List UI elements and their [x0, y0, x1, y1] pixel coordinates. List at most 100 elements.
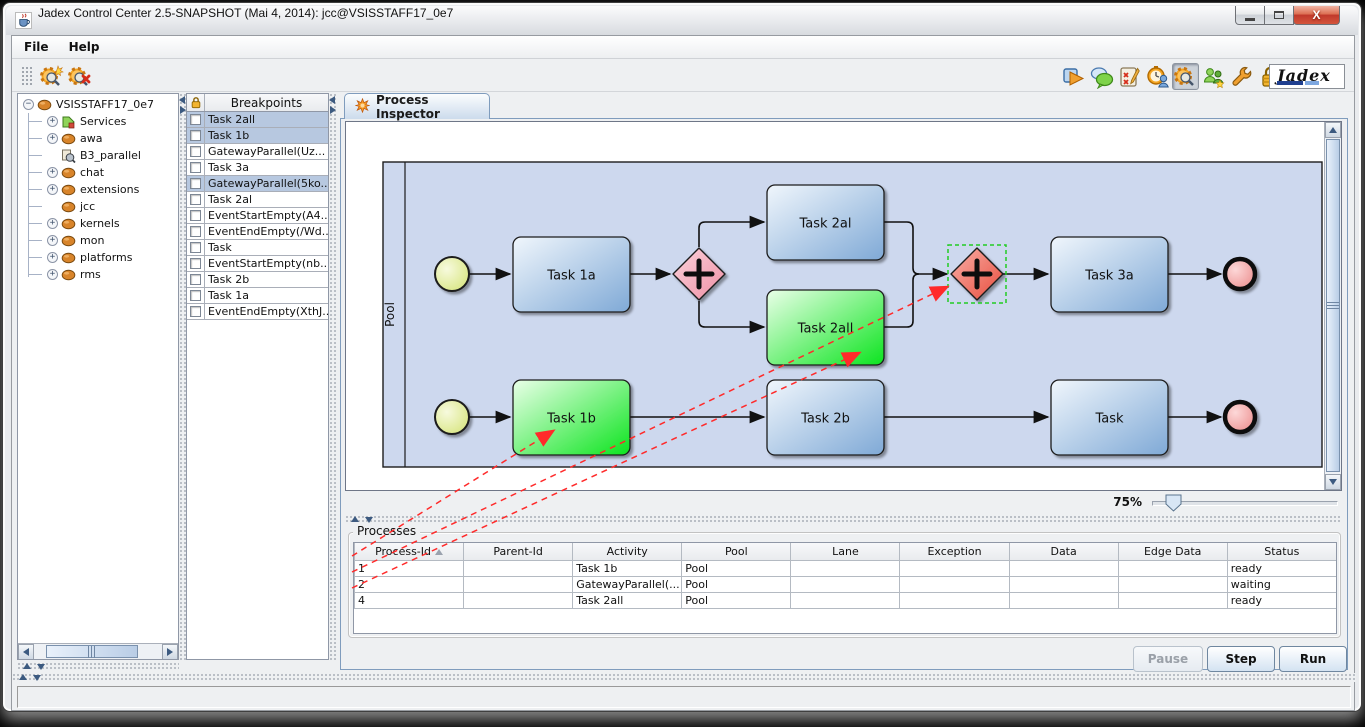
breakpoint-row[interactable]: EventEndEmpty(/Wd... [187, 224, 328, 240]
expand-up-icon[interactable] [23, 663, 31, 669]
tree-item-chat[interactable]: +chat [18, 164, 178, 181]
menu-file[interactable]: File [24, 40, 49, 54]
close-button[interactable]: X [1293, 6, 1340, 25]
scroll-left-button[interactable] [18, 644, 34, 660]
chat-bubbles-icon[interactable] [1088, 63, 1115, 90]
collapse-left-icon[interactable] [179, 96, 185, 104]
component-inspector-icon[interactable] [1172, 63, 1199, 90]
column-header-lane[interactable]: Lane [791, 543, 900, 560]
tree-horizontal-scrollbar[interactable] [18, 643, 178, 659]
breakpoint-row[interactable]: Task 2al [187, 192, 328, 208]
breakpoint-checkbox[interactable] [190, 130, 201, 141]
breakpoint-row[interactable]: EventStartEmpty(nb... [187, 256, 328, 272]
collapse-node-icon[interactable]: − [23, 99, 34, 110]
step-button[interactable]: Step [1207, 646, 1275, 672]
gear-magnifier-add-icon[interactable] [38, 63, 65, 90]
tree-item-rms[interactable]: +rms [18, 266, 178, 283]
collapse-down-icon[interactable] [365, 517, 373, 523]
expand-up-icon[interactable] [351, 516, 359, 522]
collapse-down-icon[interactable] [33, 675, 41, 681]
breakpoint-row[interactable]: Task 1a [187, 288, 328, 304]
breakpoint-checkbox[interactable] [190, 306, 201, 317]
expand-node-icon[interactable]: + [47, 269, 58, 280]
maximize-button[interactable] [1264, 6, 1294, 25]
breakpoint-checkbox[interactable] [190, 242, 201, 253]
split-divider-processes[interactable] [345, 515, 1342, 524]
menu-help[interactable]: Help [69, 40, 100, 54]
breakpoint-checkbox[interactable] [190, 290, 201, 301]
tree-item-platforms[interactable]: +platforms [18, 249, 178, 266]
collapse-down-icon[interactable] [37, 664, 45, 670]
process-row[interactable]: 4Task 2allPoolready [355, 592, 1337, 608]
tree-item-awa[interactable]: +awa [18, 130, 178, 147]
column-header-edge-data[interactable]: Edge Data [1118, 543, 1227, 560]
diagram-vertical-scrollbar[interactable] [1324, 122, 1341, 490]
tree-item-kernels[interactable]: +kernels [18, 215, 178, 232]
expand-right-icon[interactable] [330, 106, 336, 114]
expand-up-icon[interactable] [19, 674, 27, 680]
scroll-down-button[interactable] [1325, 474, 1341, 490]
column-header-status[interactable]: Status [1227, 543, 1336, 560]
split-divider-breakpoints[interactable] [329, 93, 336, 660]
breakpoint-row[interactable]: Task 2b [187, 272, 328, 288]
expand-node-icon[interactable]: + [47, 116, 58, 127]
tree-item-jcc[interactable]: jcc [18, 198, 178, 215]
tree-item-vsisstaff17_0e7[interactable]: −VSISSTAFF17_0e7 [18, 96, 178, 113]
title-bar[interactable]: Jadex Control Center 2.5-SNAPSHOT (Mai 4… [6, 6, 1358, 35]
breakpoint-row[interactable]: Task [187, 240, 328, 256]
expand-node-icon[interactable]: + [47, 133, 58, 144]
breakpoint-checkbox[interactable] [190, 178, 201, 189]
scroll-right-button[interactable] [162, 644, 178, 660]
breakpoint-row[interactable]: Task 1b [187, 128, 328, 144]
tree-item-mon[interactable]: +mon [18, 232, 178, 249]
minimize-button[interactable] [1235, 6, 1265, 25]
expand-node-icon[interactable]: + [47, 184, 58, 195]
toolbar-drag-handle[interactable] [21, 66, 33, 87]
breakpoint-checkbox[interactable] [190, 226, 201, 237]
tab-process-inspector[interactable]: Process Inspector [344, 93, 490, 119]
wrench-icon[interactable] [1228, 63, 1255, 90]
process-row[interactable]: 2GatewayParallel(...Poolwaiting [355, 576, 1337, 592]
tree-hscroll-thumb[interactable] [46, 645, 138, 658]
test-center-icon[interactable] [1116, 63, 1143, 90]
split-divider-tree[interactable] [179, 93, 186, 660]
bpmn-canvas[interactable]: Pool Task 1aTask 2alTask 2allTask 3aTask… [346, 122, 1326, 490]
breakpoint-checkbox[interactable] [190, 210, 201, 221]
starter-icon[interactable] [1060, 63, 1087, 90]
breakpoint-checkbox[interactable] [190, 194, 201, 205]
diagram-vscroll-thumb[interactable] [1326, 139, 1340, 472]
process-row[interactable]: 1Task 1bPoolready [355, 560, 1337, 576]
breakpoint-checkbox[interactable] [190, 274, 201, 285]
breakpoint-row[interactable]: GatewayParallel(5ko... [187, 176, 328, 192]
column-header-exception[interactable]: Exception [900, 543, 1009, 560]
expand-node-icon[interactable]: + [47, 167, 58, 178]
breakpoint-row[interactable]: EventStartEmpty(A4... [187, 208, 328, 224]
expand-node-icon[interactable]: + [47, 252, 58, 263]
tree-item-b3_parallel[interactable]: B3_parallel [18, 147, 178, 164]
breakpoint-checkbox[interactable] [190, 162, 201, 173]
column-header-process-id[interactable]: Process-Id [355, 543, 464, 560]
breakpoint-row[interactable]: Task 2all [187, 112, 328, 128]
breakpoint-checkbox[interactable] [190, 146, 201, 157]
breakpoint-checkbox[interactable] [190, 258, 201, 269]
breakpoint-row[interactable]: Task 3a [187, 160, 328, 176]
breakpoint-row[interactable]: GatewayParallel(Uz... [187, 144, 328, 160]
collapse-left-icon[interactable] [329, 96, 335, 104]
pause-button[interactable]: Pause [1133, 646, 1203, 672]
breakpoint-row[interactable]: EventEndEmpty(XthJ... [187, 304, 328, 320]
run-button[interactable]: Run [1279, 646, 1347, 672]
tree-item-extensions[interactable]: +extensions [18, 181, 178, 198]
gear-magnifier-remove-icon[interactable] [66, 63, 93, 90]
stopwatch-user-icon[interactable] [1144, 63, 1171, 90]
tree-item-services[interactable]: +Services [18, 113, 178, 130]
scroll-up-button[interactable] [1325, 122, 1341, 138]
column-header-activity[interactable]: Activity [573, 543, 682, 560]
column-header-pool[interactable]: Pool [682, 543, 791, 560]
column-header-parent-id[interactable]: Parent-Id [464, 543, 573, 560]
awareness-users-icon[interactable] [1200, 63, 1227, 90]
expand-node-icon[interactable]: + [47, 235, 58, 246]
split-divider-tree-bottom[interactable] [17, 662, 179, 671]
zoom-slider-thumb[interactable] [1165, 494, 1182, 512]
split-divider-status[interactable] [12, 673, 1356, 682]
column-header-data[interactable]: Data [1009, 543, 1118, 560]
